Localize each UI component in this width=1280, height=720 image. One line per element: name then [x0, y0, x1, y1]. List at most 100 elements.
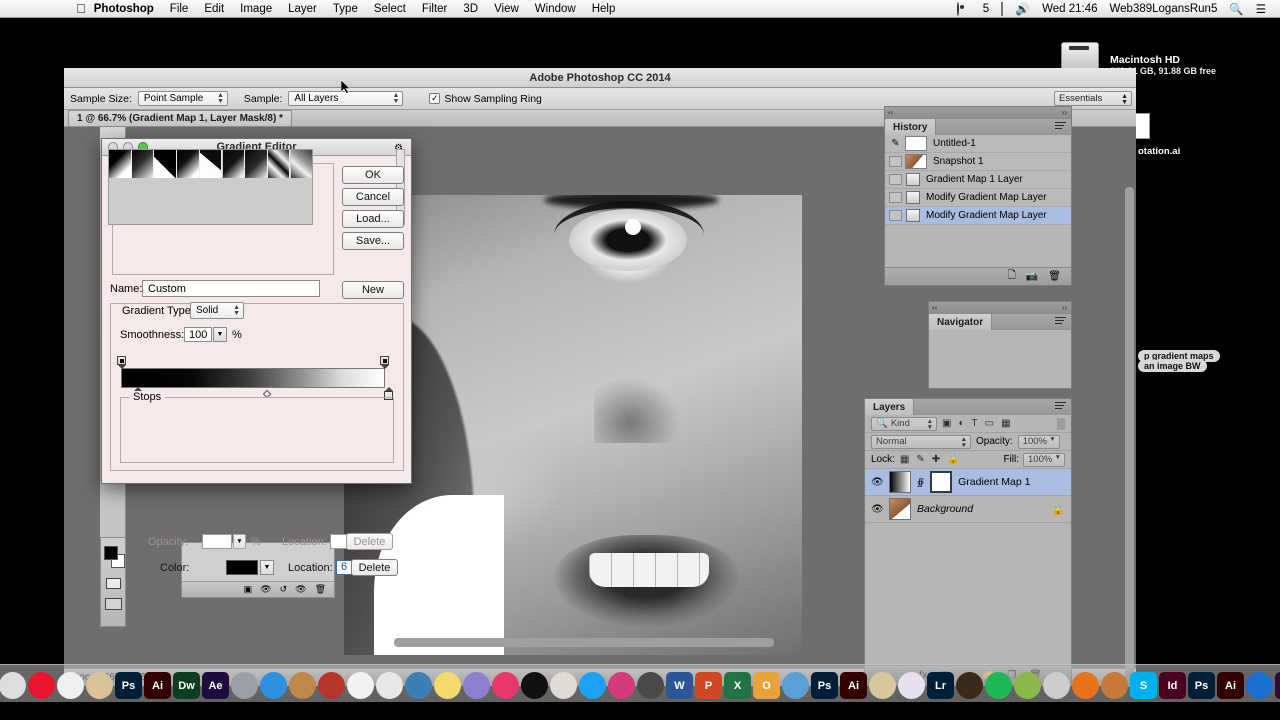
menu-image[interactable]: Image: [232, 3, 280, 15]
history-item[interactable]: Snapshot 1: [885, 153, 1071, 171]
layer-thumbnail[interactable]: [889, 498, 911, 520]
photoshop-icon[interactable]: Ps: [115, 672, 142, 699]
lock-brush-icon[interactable]: ✎: [916, 454, 924, 465]
gradient-preset-4[interactable]: [199, 150, 223, 178]
download-icon[interactable]: [782, 672, 809, 699]
fruit-icon[interactable]: [1014, 672, 1041, 699]
history-item[interactable]: ✎ Untitled-1: [885, 135, 1071, 153]
excel-icon[interactable]: X: [724, 672, 751, 699]
notification-center-icon[interactable]: ☰: [1250, 2, 1272, 16]
illustrator-icon[interactable]: Ai: [144, 672, 171, 699]
sketch-icon[interactable]: [898, 672, 925, 699]
system-prefs-icon[interactable]: [463, 672, 490, 699]
opacity-delete-button[interactable]: Delete: [346, 533, 393, 550]
gradient-preset-1[interactable]: [131, 150, 155, 178]
acrobat-icon[interactable]: [521, 672, 548, 699]
photos-icon[interactable]: [57, 672, 84, 699]
expand-icon[interactable]: ››: [1062, 108, 1067, 117]
volume-icon[interactable]: 🔊: [1009, 2, 1036, 16]
user-menu[interactable]: Web389LogansRun5: [1104, 3, 1224, 15]
new-document-icon[interactable]: 🗋: [1008, 268, 1016, 285]
save-button[interactable]: Save...: [342, 232, 404, 250]
history-item[interactable]: Modify Gradient Map Layer: [885, 207, 1071, 225]
vertical-scrollbar[interactable]: [1125, 187, 1134, 687]
workspace-switcher[interactable]: Essentials ▲ ▼: [1054, 91, 1132, 106]
apple-menu-icon[interactable]: : [76, 2, 86, 15]
gradient-preview-bar[interactable]: [121, 368, 385, 388]
history-snapshot-checkbox[interactable]: [889, 192, 902, 203]
image-filter-icon[interactable]: ▣: [942, 418, 951, 429]
ok-button[interactable]: OK: [342, 166, 404, 184]
gradient-preset-5[interactable]: [222, 150, 245, 178]
iphoto-icon[interactable]: [550, 672, 577, 699]
history-snapshot-checkbox[interactable]: [889, 156, 902, 167]
camera-icon[interactable]: 📷: [1026, 271, 1038, 282]
blend-mode-dropdown[interactable]: Normal ▲ ▼: [871, 434, 971, 449]
trash-icon[interactable]: 🗑: [1048, 271, 1061, 282]
search-icon[interactable]: 🔍: [1223, 2, 1249, 16]
visibility-icon[interactable]: 👁: [295, 584, 306, 595]
apple-icon[interactable]: [318, 672, 345, 699]
link-icon[interactable]: ∯: [917, 477, 924, 488]
gradient-type-dropdown[interactable]: Solid ▲ ▼: [190, 302, 244, 319]
panel-menu-icon[interactable]: [1055, 122, 1066, 131]
document-tab[interactable]: 1 @ 66.7% (Gradient Map 1, Layer Mask/8)…: [68, 110, 292, 126]
show-sampling-ring-checkbox[interactable]: ✓: [429, 93, 441, 104]
cancel-button[interactable]: Cancel: [342, 188, 404, 206]
gradient-preset-3[interactable]: [177, 150, 200, 178]
layer-row[interactable]: 👁 Background 🔒: [865, 496, 1071, 523]
history-snapshot-checkbox[interactable]: [889, 210, 902, 221]
collapse-icon[interactable]: ‹‹: [888, 108, 893, 117]
layer-mask-thumbnail[interactable]: [930, 471, 953, 493]
photos-app-icon[interactable]: [376, 672, 403, 699]
layer-thumbnail[interactable]: [889, 471, 911, 493]
gradient-preset-0[interactable]: [109, 150, 132, 178]
gradient-preset-6[interactable]: [245, 150, 268, 178]
aftereffects-icon[interactable]: Ae: [202, 672, 229, 699]
color-delete-button[interactable]: Delete: [351, 559, 398, 576]
menu-type[interactable]: Type: [325, 3, 366, 15]
menu-photoshop[interactable]: Photoshop: [86, 3, 162, 15]
new-button[interactable]: New: [342, 281, 404, 299]
menu-3d[interactable]: 3D: [455, 3, 486, 15]
history-item[interactable]: Gradient Map 1 Layer: [885, 171, 1071, 189]
smoothness-input[interactable]: 100: [184, 327, 212, 342]
history-item[interactable]: Modify Gradient Map Layer: [885, 189, 1071, 207]
flowers-icon[interactable]: [637, 672, 664, 699]
shape-filter-icon[interactable]: ▭: [985, 418, 994, 429]
panel-menu-icon[interactable]: [1055, 317, 1066, 326]
color-swatches-tool[interactable]: [100, 537, 126, 627]
powerpoint-icon[interactable]: P: [695, 672, 722, 699]
spotify-icon[interactable]: [985, 672, 1012, 699]
twitter-icon[interactable]: [579, 672, 606, 699]
timemachine-icon[interactable]: [405, 672, 432, 699]
trash-icon[interactable]: 🗑: [315, 584, 326, 595]
opacity-stop-0[interactable]: [117, 356, 126, 369]
animate-icon[interactable]: An: [1275, 672, 1280, 699]
lock-all-icon[interactable]: 🔒: [947, 454, 959, 465]
opera-neon-icon[interactable]: [0, 672, 26, 699]
opacity-stop-input[interactable]: [202, 534, 232, 549]
menu-window[interactable]: Window: [527, 3, 584, 15]
type-filter-icon[interactable]: T: [972, 418, 978, 429]
notes-icon[interactable]: [434, 672, 461, 699]
chess-icon[interactable]: [1043, 672, 1070, 699]
paint-icon[interactable]: [869, 672, 896, 699]
color-stop-swatch[interactable]: [226, 560, 258, 575]
menu-layer[interactable]: Layer: [280, 3, 325, 15]
appstore-icon[interactable]: [260, 672, 287, 699]
eye-mask-icon[interactable]: 👁: [260, 584, 271, 595]
record-icon[interactable]: [951, 1, 965, 16]
outlook-icon[interactable]: O: [753, 672, 780, 699]
unity-icon[interactable]: [956, 672, 983, 699]
instagram-icon[interactable]: [608, 672, 635, 699]
menu-help[interactable]: Help: [584, 3, 624, 15]
flag-icon[interactable]: [995, 1, 1009, 16]
expand-icon[interactable]: ››: [1062, 303, 1067, 312]
filter-toggle-icon[interactable]: [1057, 417, 1065, 430]
skype-icon[interactable]: S: [1130, 672, 1157, 699]
quick-mask-icon[interactable]: [106, 578, 121, 589]
lock-transparency-icon[interactable]: ▦: [900, 454, 909, 465]
undo-icon[interactable]: ↺: [280, 584, 288, 595]
history-panel-header[interactable]: ‹‹ ››: [885, 107, 1071, 119]
